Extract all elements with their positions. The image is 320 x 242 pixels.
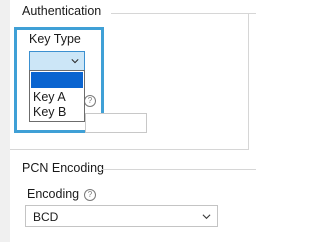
encoding-select[interactable]: BCD: [25, 205, 218, 227]
authentication-border-bottom: [10, 149, 249, 150]
key-type-dropdown-list: Key A Key B: [29, 70, 85, 122]
authentication-border-right: [248, 13, 249, 149]
option-key-a[interactable]: Key A: [33, 90, 66, 104]
encoding-label: Encoding: [27, 187, 80, 201]
encoding-value: BCD: [33, 210, 59, 224]
chevron-down-icon: [71, 59, 79, 64]
chevron-down-icon: [202, 214, 211, 220]
key-input[interactable]: [85, 113, 147, 133]
help-icon[interactable]: ?: [84, 189, 96, 201]
dropdown-selected-row[interactable]: [31, 72, 83, 88]
key-type-combobox[interactable]: [29, 51, 85, 71]
help-icon[interactable]: ?: [84, 95, 96, 107]
pcn-encoding-section-title: PCN Encoding: [22, 161, 104, 175]
authentication-section-title: Authentication: [22, 4, 102, 18]
option-key-b[interactable]: Key B: [33, 105, 66, 119]
pcn-encoding-divider: [102, 169, 256, 170]
left-gutter: [0, 0, 10, 242]
authentication-divider: [111, 13, 256, 14]
